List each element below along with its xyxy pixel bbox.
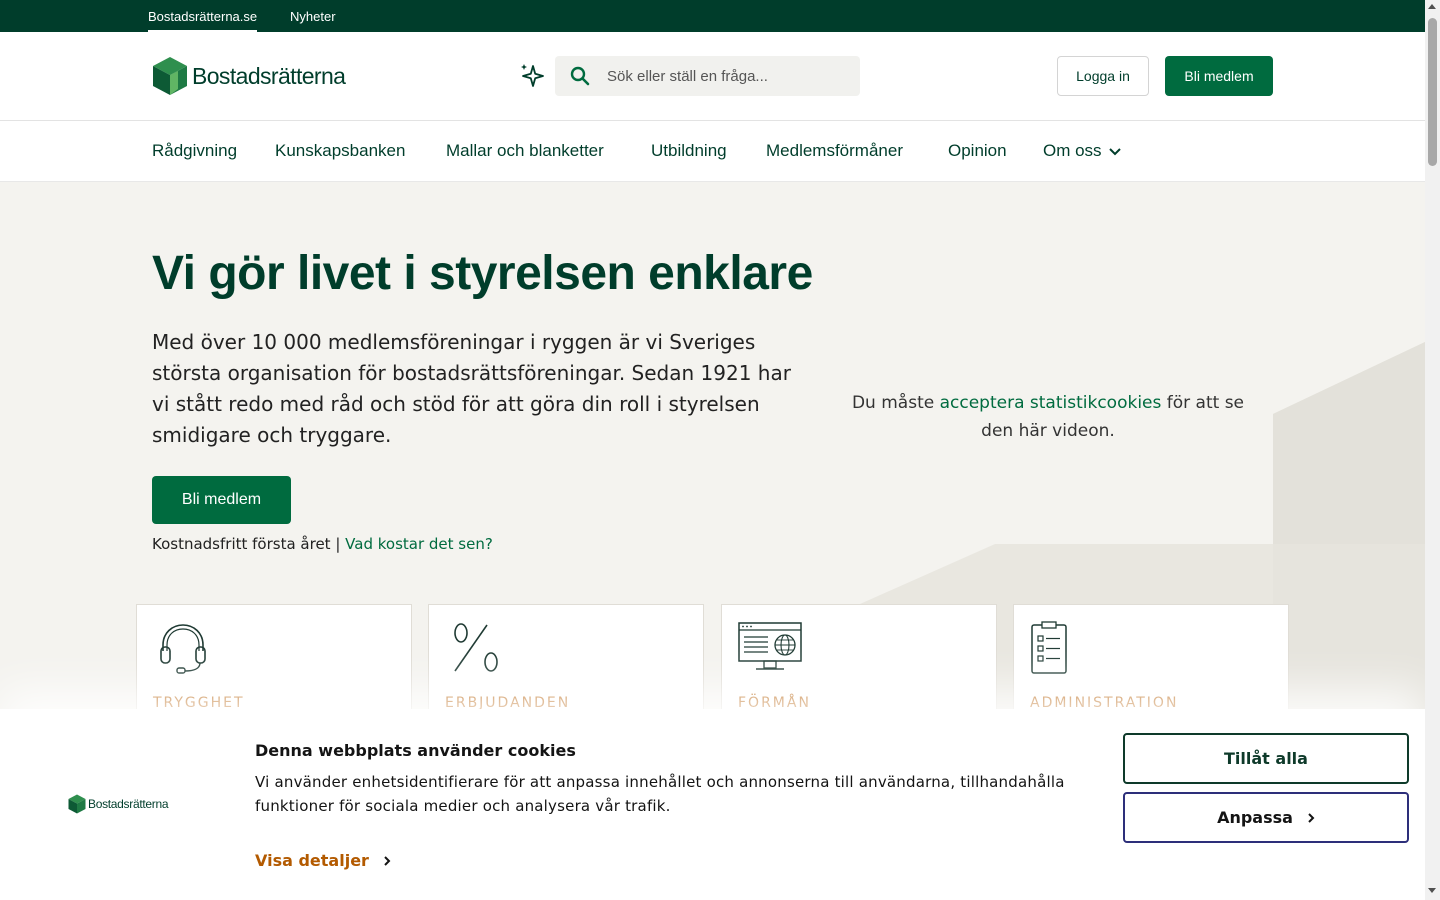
nav-item-om-oss-label: Om oss	[1043, 141, 1102, 160]
nav-item-mallar[interactable]: Mallar och blanketter	[446, 141, 604, 161]
become-member-button[interactable]: Bli medlem	[1165, 56, 1273, 96]
cookie-title: Denna webbplats använder cookies	[255, 741, 576, 760]
cookie-logo: Bostadsrätterna	[68, 794, 169, 814]
allow-all-button[interactable]: Tillåt alla	[1123, 733, 1409, 784]
logo-cube-icon	[153, 57, 187, 95]
scrollbar-thumb[interactable]	[1428, 18, 1437, 166]
scrollbar[interactable]	[1425, 0, 1440, 900]
web-monitor-icon	[738, 622, 802, 670]
hero-lead: Med över 10 000 medlemsföreningar i rygg…	[152, 330, 791, 447]
search-icon[interactable]	[570, 66, 590, 86]
search-box	[555, 56, 860, 96]
card-erbjudanden[interactable]: ERBJUDANDEN	[428, 604, 704, 724]
logo-text: Bostadsrätterna	[192, 62, 346, 89]
hero-subtext: Kostnadsfritt första året | Vad kostar d…	[152, 535, 493, 553]
show-details-label: Visa detaljer	[255, 851, 369, 870]
site-logo[interactable]: Bostadsrätterna	[152, 56, 346, 96]
main-nav: Rådgivning Kunskapsbanken Mallar och bla…	[0, 121, 1425, 182]
hero-subtext-label: Kostnadsfritt första året |	[152, 535, 341, 553]
tab-bostadsratterna[interactable]: Bostadsrätterna.se	[148, 0, 258, 32]
hero-become-member-button[interactable]: Bli medlem	[152, 476, 291, 524]
hero-title: Vi gör livet i styrelsen enklare	[152, 247, 813, 300]
video-msg-before: Du måste	[851, 393, 935, 413]
chevron-down-icon	[1108, 147, 1121, 155]
nav-item-kunskapsbanken[interactable]: Kunskapsbanken	[275, 141, 405, 161]
customize-label: Anpassa	[1217, 808, 1293, 827]
site-header: Bostadsrätterna Logga in Bli medlem	[0, 32, 1425, 121]
clipboard-icon	[1031, 621, 1067, 674]
pricing-link[interactable]: Vad kostar det sen?	[345, 535, 493, 553]
search-input[interactable]	[607, 56, 847, 96]
nav-item-utbildning[interactable]: Utbildning	[651, 141, 727, 161]
video-placeholder: Du måste acceptera statistikcookies för …	[848, 389, 1248, 445]
card-forman[interactable]: FÖRMÅN	[721, 604, 997, 724]
card-administration[interactable]: ADMINISTRATION	[1013, 604, 1289, 724]
scroll-up-arrow[interactable]	[1428, 4, 1436, 9]
percent-icon	[454, 623, 498, 672]
chevron-right-icon	[1308, 812, 1315, 823]
logo-cube-icon	[68, 794, 86, 814]
nav-item-opinion[interactable]: Opinion	[948, 141, 1007, 161]
nav-item-medlemsformaner[interactable]: Medlemsförmåner	[766, 141, 903, 161]
login-button[interactable]: Logga in	[1057, 56, 1149, 96]
top-bar: Bostadsrätterna.se Nyheter	[0, 0, 1425, 32]
scroll-down-arrow[interactable]	[1428, 888, 1436, 893]
show-details-link[interactable]: Visa detaljer	[255, 851, 391, 870]
nav-item-radgivning[interactable]: Rådgivning	[152, 141, 237, 161]
customize-button[interactable]: Anpassa	[1123, 792, 1409, 843]
headset-icon	[160, 624, 206, 674]
nav-item-om-oss[interactable]: Om oss	[1043, 141, 1122, 161]
card-trygghet[interactable]: TRYGGHET	[136, 604, 412, 724]
tab-nyheter[interactable]: Nyheter	[290, 0, 336, 32]
cookie-body: Vi använder enhetsidentifierare för att …	[255, 773, 1065, 815]
ai-sparkle-icon[interactable]	[519, 62, 545, 90]
accept-cookies-link[interactable]: acceptera statistikcookies	[940, 393, 1162, 413]
cookie-banner: Bostadsrätterna Denna webbplats använder…	[0, 709, 1425, 900]
cookie-logo-text: Bostadsrätterna	[88, 797, 169, 811]
chevron-right-icon	[384, 855, 391, 866]
